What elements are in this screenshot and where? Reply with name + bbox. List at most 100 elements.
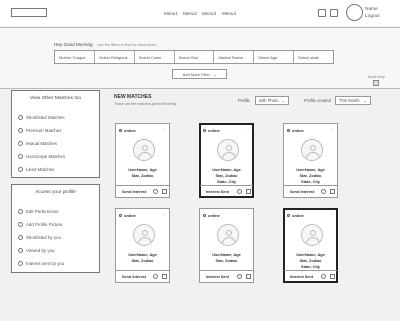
status-dot-icon [119, 214, 122, 218]
interest-button[interactable]: Interest Sent [290, 275, 313, 279]
message-icon[interactable] [162, 274, 167, 279]
profile-access-title: Access your profile [35, 190, 76, 195]
message-icon[interactable] [162, 189, 167, 194]
profile-photo-placeholder[interactable] [217, 139, 239, 161]
user-name-age: UserName, Age [296, 252, 325, 257]
user-star-zodiac: Star, Zodiac [131, 173, 154, 178]
sidebar-item-edit-preferences[interactable]: Edit Preferences [18, 209, 58, 214]
filter-star[interactable]: Select Star [175, 51, 215, 63]
profile-photo-value: with Photo [259, 98, 279, 103]
chevron-down-icon: ⌄ [363, 98, 367, 103]
star-icon[interactable] [153, 274, 158, 279]
user-location: State, City [300, 179, 321, 184]
interest-button[interactable]: Send Interest [290, 190, 314, 194]
user-star-zodiac: Star, Zodiac [215, 173, 238, 178]
online-label: online [208, 128, 220, 133]
top-header: Menu1 Menu2 Menu3 Menu4 Name Logout [0, 0, 400, 26]
scroll-to-top-icon[interactable] [373, 80, 379, 86]
interest-button[interactable]: Send Interest [122, 190, 146, 194]
online-status: online [119, 128, 136, 133]
profile-created-label: Profile created [304, 98, 331, 103]
user-location: State, City [216, 179, 237, 184]
user-icon [310, 145, 316, 151]
user-body-icon [306, 237, 320, 245]
avatar[interactable] [346, 4, 363, 21]
match-card[interactable]: online ▫▫▫ UserName, Age Star, Zodiac Send I… [115, 123, 170, 198]
profile-created-select[interactable]: This Month ⌄ [335, 96, 371, 105]
interest-button[interactable]: Interest Sent [206, 275, 229, 279]
match-card[interactable]: online ▫▫▫ UserName, Age Star, Zodiac State,… [283, 208, 338, 283]
message-icon[interactable] [330, 274, 335, 279]
status-dot-icon [287, 214, 290, 218]
user-star-zodiac: Star, Zodiac [299, 173, 322, 178]
star-icon[interactable] [321, 274, 326, 279]
profile-photo-placeholder[interactable] [301, 224, 323, 246]
add-more-filter-label: Add More Filter [182, 71, 210, 77]
page-title: NEW MATCHES [114, 94, 152, 100]
sidebar-item-viewed-by-you[interactable]: Viewed by you [18, 248, 54, 253]
match-card[interactable]: online ▫▫▫ UserName, Age Star, Zodiac State,… [283, 123, 338, 198]
sidebar-item-horoscope[interactable]: Horoscope Matches [18, 154, 65, 159]
sidebar-item-shortlisted[interactable]: Shortlisted Matches [18, 115, 65, 120]
card-footer: Interest Sent [200, 185, 253, 197]
message-icon[interactable] [330, 189, 335, 194]
filter-caste[interactable]: Select Caste [135, 51, 175, 63]
sidebar-item-liked[interactable]: Liked Matches [18, 167, 54, 172]
user-location: State, City [300, 264, 321, 269]
star-icon[interactable] [153, 189, 158, 194]
sidebar-item-mutual[interactable]: Mutual Matches [18, 141, 57, 146]
add-more-filter-button[interactable]: Add More Filter ⌄ [172, 69, 227, 79]
sidebar-item-interest-sent[interactable]: Interest sent by you [18, 261, 64, 266]
star-icon[interactable] [237, 274, 242, 279]
filter-state[interactable]: Select state [294, 51, 333, 63]
user-icon [226, 230, 232, 236]
message-icon[interactable] [246, 189, 251, 194]
message-icon[interactable] [246, 274, 251, 279]
profile-photo-select[interactable]: with Photo ⌄ [255, 96, 289, 105]
nav-menu4[interactable]: Menu4 [222, 11, 236, 16]
user-icon [142, 230, 148, 236]
online-label: online [208, 213, 220, 218]
filter-bar: Mother Tongue Select Religious Select Ca… [54, 50, 334, 64]
nav-menu2[interactable]: Menu2 [183, 11, 197, 16]
online-status: online [287, 213, 304, 218]
user-star-zodiac: Star, Zodiac [215, 258, 238, 263]
match-card[interactable]: online ▫▫▫ UserName, Age Star, Zodiac State,… [199, 123, 254, 198]
profile-photo-placeholder[interactable] [133, 224, 155, 246]
nav-menu1[interactable]: Menu1 [164, 11, 178, 16]
interest-button[interactable]: Send Interest [122, 275, 146, 279]
match-card[interactable]: online ▫▫▫ UserName, Age Star, Zodiac Send I… [115, 208, 170, 283]
logo[interactable] [11, 8, 47, 17]
page-subtitle: These are the matches joined Recently [114, 102, 177, 106]
profile-photo-placeholder[interactable] [133, 139, 155, 161]
card-footer: Interest Sent [284, 270, 337, 282]
sidebar-item-shortlisted-by-you[interactable]: Shortlisted by you [18, 235, 61, 240]
user-star-zodiac: Star, Zodiac [299, 258, 322, 263]
card-footer: Send Interest [284, 185, 337, 197]
notification-icon[interactable] [318, 9, 326, 17]
sidebar-item-add-picture[interactable]: Add Profile Picture [18, 222, 62, 227]
filter-religion[interactable]: Select Religious [95, 51, 135, 63]
match-card[interactable]: online ▫▫▫ UserName, Age Star, Zodiac Intere… [199, 208, 254, 283]
profile-photo-placeholder[interactable] [217, 224, 239, 246]
star-icon[interactable] [321, 189, 326, 194]
online-status: online [119, 213, 136, 218]
interest-button[interactable]: Interest Sent [206, 190, 229, 194]
profile-photo-placeholder[interactable] [301, 139, 323, 161]
logout-link[interactable]: Logout [365, 14, 380, 19]
star-icon[interactable] [237, 189, 242, 194]
filter-marital-status[interactable]: Marital Status [214, 51, 255, 63]
message-icon[interactable] [330, 9, 338, 17]
card-meta-icons: ▫▫▫ [163, 213, 166, 216]
user-name-age: UserName, Age [128, 167, 157, 172]
online-label: online [124, 213, 136, 218]
nav-menu3[interactable]: Menu3 [202, 11, 216, 16]
status-dot-icon [203, 214, 206, 218]
greeting-text: Hey Good Morning [54, 42, 93, 47]
filter-age[interactable]: Select Age [254, 51, 295, 63]
sidebar-item-premium[interactable]: Premium Matches [18, 128, 61, 133]
chevron-down-icon: ⌄ [212, 71, 217, 77]
online-label: online [124, 128, 136, 133]
filter-mother-tongue[interactable]: Mother Tongue [55, 51, 95, 63]
profile-filter-label: Profile [238, 98, 250, 103]
